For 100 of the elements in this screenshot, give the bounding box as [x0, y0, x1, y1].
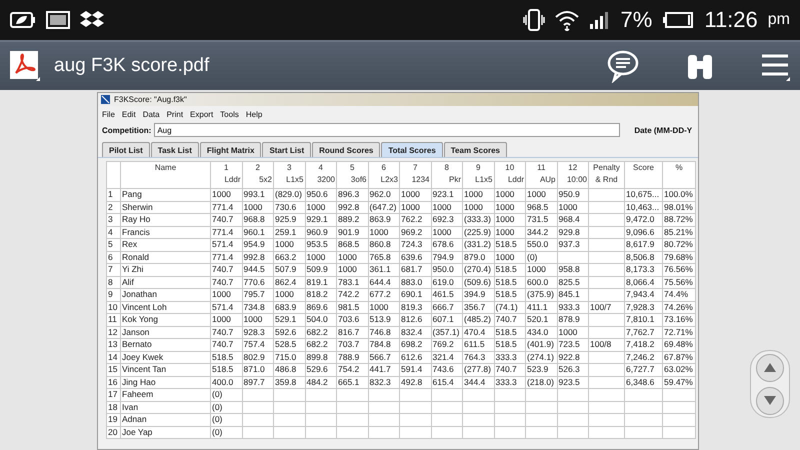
- tab[interactable]: Total Scores: [381, 142, 443, 157]
- tab[interactable]: Pilot List: [102, 142, 150, 157]
- table-cell: (0): [210, 401, 242, 414]
- table-cell: (277.8): [462, 364, 494, 376]
- table-cell: 7,418.2: [624, 338, 662, 351]
- table-cell: 1000: [526, 264, 557, 276]
- table-cell: 612.6: [400, 351, 431, 364]
- table-cell: (270.4): [462, 264, 494, 276]
- table-cell: 771.4: [210, 201, 242, 214]
- table-cell: 862.4: [274, 276, 305, 288]
- pilot-name: Sherwin: [120, 201, 210, 214]
- table-cell: 67.87%: [662, 351, 696, 364]
- table-cell: 518.5: [210, 364, 242, 376]
- box-icon: [80, 10, 104, 30]
- column-header: 9 L1x5: [462, 162, 494, 188]
- table-cell: 1000: [305, 201, 336, 214]
- table-cell: 8,066.4: [624, 276, 662, 288]
- competition-field[interactable]: Aug: [154, 123, 620, 137]
- table-cell: 523.9: [526, 364, 557, 376]
- tab[interactable]: Flight Matrix: [200, 142, 262, 157]
- table-cell: 470.4: [462, 326, 494, 338]
- table-cell: 344.4: [462, 376, 494, 388]
- tab[interactable]: Round Scores: [312, 142, 380, 157]
- table-cell: 10,463...: [624, 201, 662, 214]
- signal-icon: [588, 10, 611, 30]
- column-header: Penalty & Rnd: [588, 162, 624, 188]
- table-cell: 795.7: [242, 288, 274, 301]
- table-cell: 969.2: [400, 226, 431, 238]
- menu-item[interactable]: Tools: [220, 110, 239, 119]
- table-cell: 743.6: [431, 364, 462, 376]
- table-cell: 771.4: [210, 251, 242, 264]
- column-header: 10 Lddr: [494, 162, 526, 188]
- table-cell: 992.8: [336, 201, 368, 214]
- table-cell: 644.4: [368, 276, 400, 288]
- menu-item[interactable]: File: [102, 110, 115, 119]
- column-header: 1 Lddr: [210, 162, 242, 188]
- table-cell: 518.5: [494, 288, 526, 301]
- table-cell: 869.6: [305, 301, 336, 314]
- table-cell: 950.6: [305, 188, 336, 201]
- competition-label: Competition:: [102, 126, 152, 134]
- table-cell: 592.6: [274, 326, 305, 338]
- table-cell: 784.8: [368, 338, 400, 351]
- pilot-name: Joey Kwek: [120, 351, 210, 364]
- table-cell: 441.7: [368, 364, 400, 376]
- scroll-up-button[interactable]: [756, 354, 784, 382]
- table-cell: 259.1: [274, 226, 305, 238]
- pilot-name: Ivan: [120, 401, 210, 414]
- row-number: 12: [106, 326, 120, 338]
- table-cell: (647.2): [368, 201, 400, 214]
- table-cell: 740.7: [494, 364, 526, 376]
- table-cell: 968.8: [242, 214, 274, 226]
- table-cell: 734.8: [242, 301, 274, 314]
- table-cell: (0): [210, 388, 242, 401]
- table-cell: 678.6: [431, 238, 462, 251]
- table-cell: 1000: [305, 251, 336, 264]
- table-cell: 566.7: [368, 351, 400, 364]
- table-cell: 611.5: [462, 338, 494, 351]
- column-header: Name: [120, 162, 210, 188]
- menu-item[interactable]: Help: [246, 110, 262, 119]
- scroll-down-button[interactable]: [756, 386, 784, 414]
- tab[interactable]: Start List: [262, 142, 312, 157]
- table-cell: 730.6: [274, 201, 305, 214]
- column-header: 2 5x2: [242, 162, 274, 188]
- table-cell: 723.5: [557, 338, 588, 351]
- table-cell: 529.1: [274, 314, 305, 326]
- table-cell: 59.47%: [662, 376, 696, 388]
- pilot-name: Adnan: [120, 414, 210, 426]
- menu-item[interactable]: Export: [190, 110, 214, 119]
- table-cell: 770.6: [242, 276, 274, 288]
- table-cell: 400.0: [210, 376, 242, 388]
- table-cell: 1000: [462, 188, 494, 201]
- comment-icon[interactable]: [606, 49, 640, 83]
- table-cell: 929.8: [557, 226, 588, 238]
- table-cell: 486.8: [274, 364, 305, 376]
- table-cell: 7,943.4: [624, 288, 662, 301]
- table-cell: 529.6: [305, 364, 336, 376]
- table-cell: 953.5: [305, 238, 336, 251]
- table-cell: 85.21%: [662, 226, 696, 238]
- table-cell: 666.7: [431, 301, 462, 314]
- table-cell: 571.4: [210, 238, 242, 251]
- table-cell: 832.3: [368, 376, 400, 388]
- tab[interactable]: Team Scores: [444, 142, 507, 157]
- pilot-name: Faheem: [120, 388, 210, 401]
- table-cell: 98.01%: [662, 201, 696, 214]
- table-cell: 878.9: [557, 314, 588, 326]
- table-cell: 520.1: [526, 314, 557, 326]
- table-cell: 802.9: [242, 351, 274, 364]
- table-cell: 740.7: [210, 326, 242, 338]
- column-header: 5 3of6: [336, 162, 368, 188]
- menu-item[interactable]: Print: [166, 110, 184, 119]
- table-cell: 607.1: [431, 314, 462, 326]
- table-cell: 63.02%: [662, 364, 696, 376]
- table-cell: 359.8: [274, 376, 305, 388]
- table-cell: (401.9): [526, 338, 557, 351]
- menu-item[interactable]: Data: [142, 110, 160, 119]
- tab[interactable]: Task List: [150, 142, 199, 157]
- menu-item[interactable]: Edit: [122, 110, 136, 119]
- table-cell: 361.1: [368, 264, 400, 276]
- table-cell: 321.4: [431, 351, 462, 364]
- pdf-icon[interactable]: [10, 51, 40, 81]
